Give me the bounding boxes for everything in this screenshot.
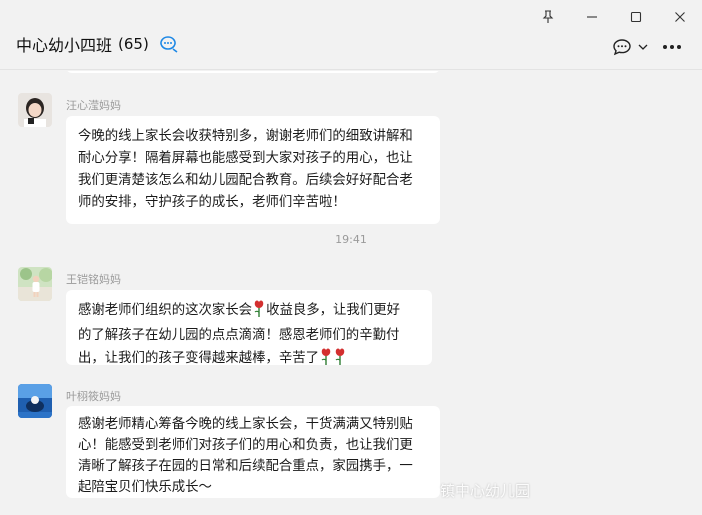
group-chat-icon[interactable] xyxy=(159,35,179,53)
message-text-line: 感谢老师精心筹备今晚的线上家长会，干货满满又特别贴 xyxy=(78,417,413,432)
previous-message-bubble xyxy=(66,71,440,73)
message-bubble[interactable]: 今晚的线上家长会收获特别多，谢谢老师们的细致讲解和 耐心分享！隔着屏幕也能感受到… xyxy=(66,116,440,224)
message-bubble[interactable]: 感谢老师精心筹备今晚的线上家长会，干货满满又特别贴 心！能感受到老师们对孩子们的… xyxy=(66,406,440,498)
more-icon[interactable] xyxy=(662,44,682,50)
message-text-segment: 收益良多，让我们更好 xyxy=(266,303,400,318)
minimize-icon[interactable] xyxy=(570,0,614,34)
message-text-segment: 出，让我们的孩子变得越来越棒，辛苦了 xyxy=(78,351,320,366)
chat-title[interactable]: 中心幼小四班 (65) xyxy=(16,32,179,56)
maximize-icon[interactable] xyxy=(614,0,658,34)
message-text-line: 师的安排，守护孩子的成长，老师们辛苦啦！ xyxy=(78,195,346,210)
sender-name: 叶栩筱妈妈 xyxy=(66,390,121,403)
group-name: 中心幼小四班 xyxy=(16,36,113,55)
message-timestamp: 19:41 xyxy=(335,233,367,246)
avatar[interactable] xyxy=(18,93,52,127)
title-bar: 中心幼小四班 (65) xyxy=(0,0,702,70)
avatar[interactable] xyxy=(18,384,52,418)
message-text-line: 的了解孩子在幼儿园的点点滴滴！感恩老师们的辛勤付 xyxy=(78,328,400,343)
message-text-line: 耐心分享！隔着屏幕也能感受到大家对孩子的用心，也让 xyxy=(78,151,413,166)
rose-emoji-icon xyxy=(333,347,347,373)
close-icon[interactable] xyxy=(658,0,702,34)
message-text-segment: 感谢老师们组织的这次家长会 xyxy=(78,303,253,318)
chat-area[interactable]: 汪心滢妈妈 今晚的线上家长会收获特别多，谢谢老师们的细致讲解和 耐心分享！隔着屏… xyxy=(0,71,702,515)
message-bubble[interactable]: 感谢老师们组织的这次家长会 收益良多，让我们更好 的了解孩子在幼儿园的点点滴滴！感… xyxy=(66,290,432,366)
message-text-line: 感谢老师们组织的这次家长会 收益良多，让我们更好 xyxy=(78,299,420,325)
message-text-line: 我们更清楚该怎么和幼儿园配合教育。后续会好好配合老 xyxy=(78,173,413,188)
sender-name: 汪心滢妈妈 xyxy=(66,99,121,112)
header-actions xyxy=(612,38,682,56)
message-text-line: 心！能感受到老师们对孩子们的用心和负责，也让我们更 xyxy=(78,438,413,453)
window-controls xyxy=(526,0,702,34)
rose-emoji-icon xyxy=(319,347,333,373)
rose-emoji-icon xyxy=(252,299,266,325)
message-text-line: 清晰了解孩子在园的日常和后续配合重点，家园携手，一 xyxy=(78,459,413,474)
pin-icon[interactable] xyxy=(526,0,570,34)
message-text-line: 出，让我们的孩子变得越来越棒，辛苦了 xyxy=(78,347,420,373)
chevron-down-icon[interactable] xyxy=(638,43,648,51)
member-count: (65) xyxy=(118,35,149,53)
watermark-text: 镇中心幼儿园 xyxy=(440,482,531,500)
message-text-line: 起陪宝贝们快乐成长～ xyxy=(78,480,212,495)
avatar[interactable] xyxy=(18,267,52,301)
chat-bubble-options-icon[interactable] xyxy=(612,38,632,56)
message-text-line: 今晚的线上家长会收获特别多，谢谢老师们的细致讲解和 xyxy=(78,129,413,144)
sender-name: 王铠铭妈妈 xyxy=(66,273,121,286)
